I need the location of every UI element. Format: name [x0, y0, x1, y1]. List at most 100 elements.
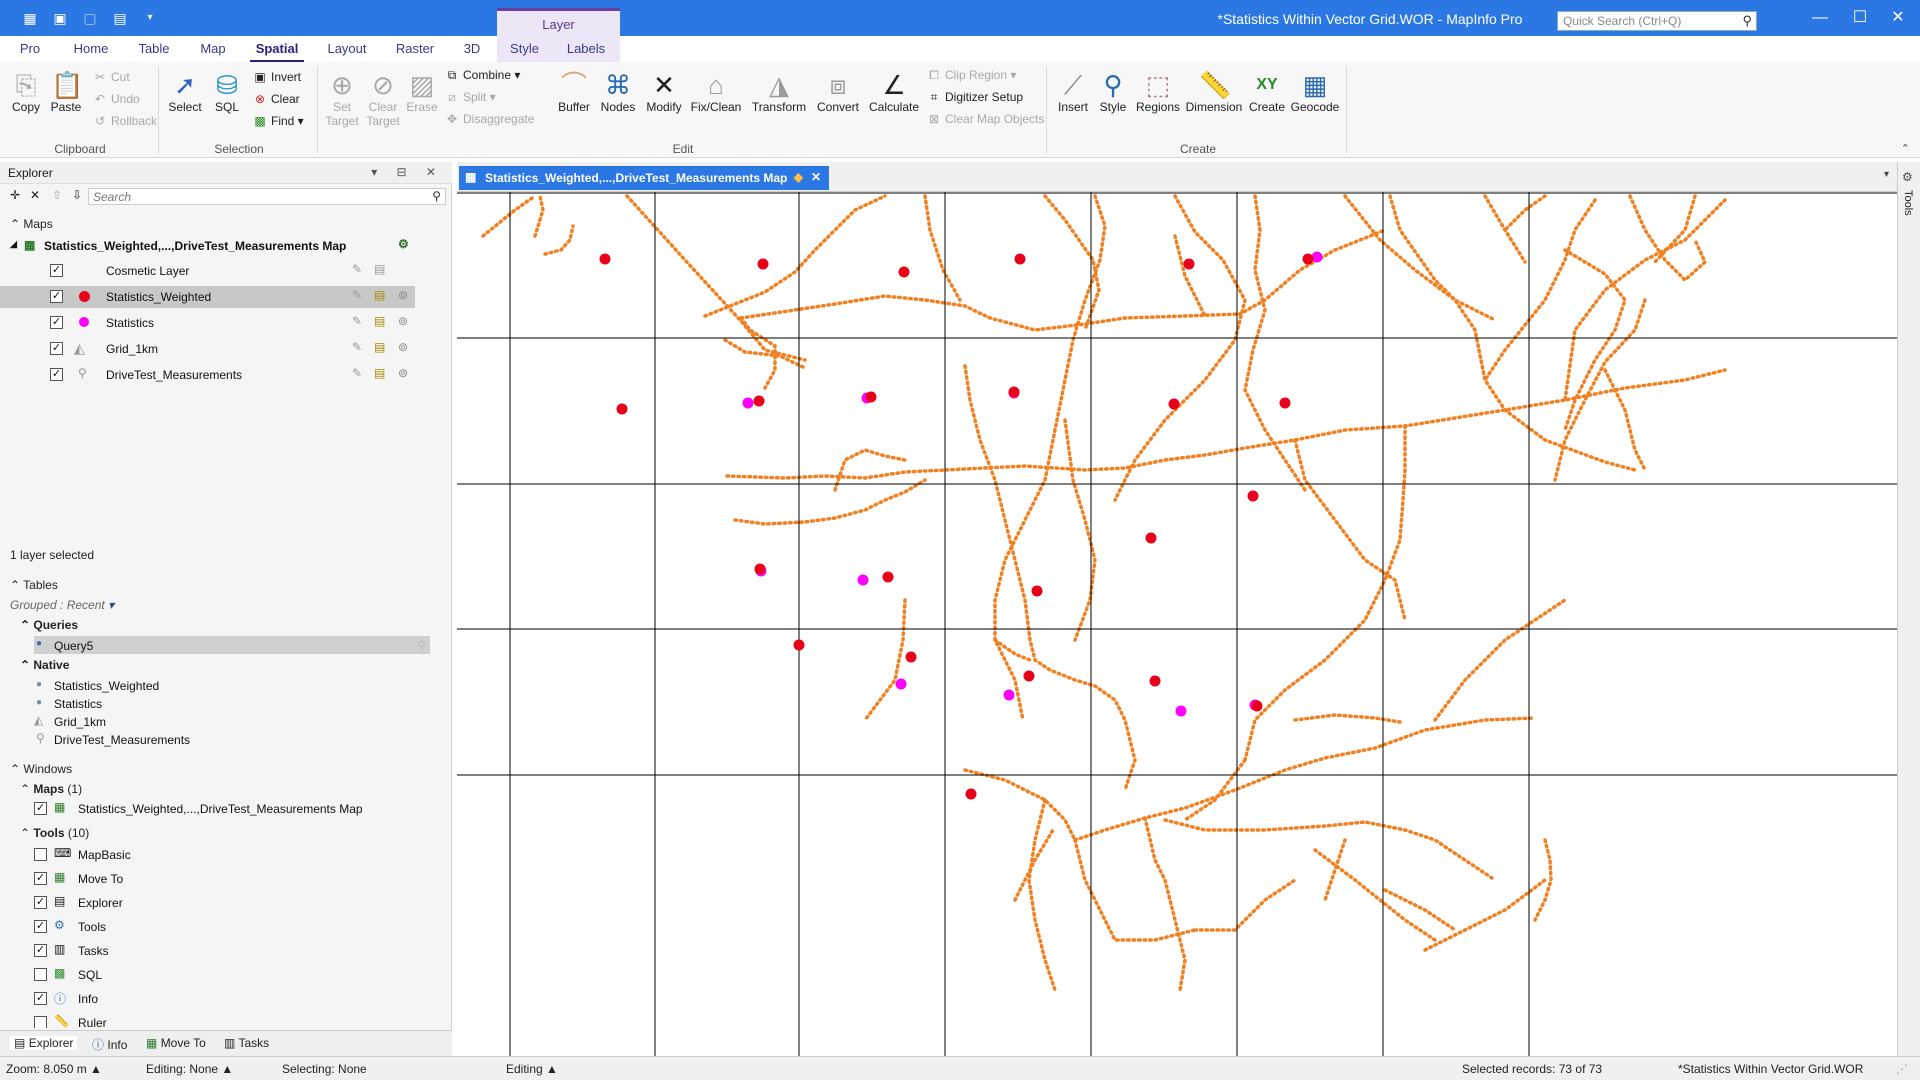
undo-button[interactable]: ↶ Undo	[92, 92, 140, 106]
map-document-tab[interactable]: ▦ Statistics_Weighted,...,DriveTest_Measu…	[459, 166, 829, 190]
save-icon[interactable]: ▤	[110, 8, 130, 28]
editing-status[interactable]: Editing: None ▲	[146, 1062, 233, 1076]
dimension-button[interactable]: 📏 Dimension	[1184, 70, 1244, 114]
search-icon[interactable]: ⚲	[1742, 13, 1752, 29]
pin-icon[interactable]: ◆	[794, 170, 803, 184]
windows-section-header[interactable]: ⌃ Windows	[10, 762, 72, 776]
layer-label-icon[interactable]: ⊚	[398, 288, 408, 302]
layer-selectable-icon[interactable]: ▤	[374, 366, 385, 380]
add-icon[interactable]: ✛	[10, 188, 20, 202]
maps-windows-header[interactable]: ⌃ Maps (1)	[20, 782, 82, 796]
map-canvas[interactable]	[457, 192, 1897, 1056]
fixclean-button[interactable]: ⌂ Fix/Clean	[690, 70, 742, 114]
tab-list-chevron-icon[interactable]: ▾	[1884, 169, 1889, 180]
layer-editable-icon[interactable]: ✎	[352, 262, 362, 276]
maximize-icon[interactable]: ☐	[1840, 6, 1880, 30]
close-icon[interactable]: ✕	[1878, 6, 1918, 30]
collapse-arrow-icon[interactable]: ◢	[10, 239, 17, 250]
bottom-tab-explorer[interactable]: ▤ Explorer	[10, 1036, 78, 1050]
tool-checkbox[interactable]: ✓	[34, 920, 47, 933]
app-menu-icon[interactable]: ▦	[20, 8, 40, 28]
digitizer-setup-button[interactable]: ⌗ Digitizer Setup	[926, 90, 1023, 105]
open-icon[interactable]: ▢	[80, 8, 100, 28]
create-button[interactable]: XY Create	[1246, 70, 1288, 114]
tab-labels[interactable]: Labels	[552, 36, 620, 62]
tool-checkbox[interactable]: ✓	[34, 896, 47, 909]
move-down-icon[interactable]: ⇩	[72, 188, 82, 202]
set-target-button[interactable]: ⊕ Set Target	[324, 70, 360, 128]
new-workspace-icon[interactable]: ▣	[50, 8, 70, 28]
query-item[interactable]: ● Query5 ⚲	[34, 636, 430, 654]
table-item[interactable]: ⚲ DriveTest_Measurements	[34, 730, 334, 752]
layer-control-icon[interactable]: ⚙	[398, 237, 409, 251]
erase-button[interactable]: ▨ Erase	[406, 70, 438, 114]
sql-button[interactable]: ⛁ SQL	[208, 70, 246, 114]
tool-item-tools[interactable]: ✓ ⚙ Tools	[0, 916, 452, 938]
layer-visibility-checkbox[interactable]: ✓	[50, 316, 63, 329]
copy-button[interactable]: ⎘ Copy	[8, 70, 44, 114]
calculate-button[interactable]: ∠ Calculate	[866, 70, 922, 114]
layer-visibility-checkbox[interactable]: ✓	[50, 342, 63, 355]
layer-row[interactable]: ✓ ⚲ DriveTest_Measurements ✎ ▤ ⊚	[0, 364, 415, 386]
regions-button[interactable]: ⬚ Regions	[1134, 70, 1182, 114]
layer-editable-icon[interactable]: ✎	[352, 288, 362, 302]
style-button[interactable]: ⚲ Style	[1094, 70, 1132, 114]
tool-checkbox[interactable]: ✓	[34, 872, 47, 885]
tool-checkbox[interactable]	[34, 968, 47, 981]
tools-side-label[interactable]: Tools	[1902, 190, 1914, 216]
tab-home[interactable]: Home	[66, 36, 116, 62]
insert-button[interactable]: ⟋ Insert	[1054, 70, 1092, 114]
zoom-status[interactable]: Zoom: 8.050 m ▲	[6, 1062, 102, 1076]
invert-button[interactable]: ▣ Invert	[252, 70, 301, 84]
tool-checkbox[interactable]: ✓	[34, 992, 47, 1005]
tool-item-info[interactable]: ✓ ⓘ Info	[0, 988, 452, 1010]
tab-pro[interactable]: Pro	[8, 36, 52, 62]
grouped-dropdown[interactable]: Grouped : Recent ▾	[10, 598, 114, 612]
resize-grip-icon[interactable]: ⋰	[1896, 1062, 1908, 1076]
tool-item-sql[interactable]: ▩ SQL	[0, 964, 452, 986]
tool-checkbox[interactable]	[34, 848, 47, 861]
buffer-button[interactable]: ⌒ Buffer	[554, 70, 594, 114]
tab-table[interactable]: Table	[130, 36, 178, 62]
layer-row[interactable]: ✓ Statistics ✎ ▤ ⊚	[0, 312, 415, 334]
layer-row[interactable]: ✓ Statistics_Weighted ✎ ▤ ⊚	[0, 286, 415, 308]
editing-mode-status[interactable]: Editing ▲	[506, 1062, 558, 1076]
nodes-button[interactable]: ⌘ Nodes	[598, 70, 638, 114]
maps-section-header[interactable]: ⌃ Maps	[10, 217, 53, 231]
clear-target-button[interactable]: ⊘ Clear Target	[364, 70, 402, 128]
layer-selectable-icon[interactable]: ▤	[374, 314, 385, 328]
customize-qat-icon[interactable]: ▾	[140, 8, 160, 28]
pin-icon[interactable]: ⚲	[417, 638, 426, 652]
tools-windows-header[interactable]: ⌃ Tools (10)	[20, 826, 89, 840]
tool-checkbox[interactable]	[34, 1016, 47, 1028]
map-tree-item[interactable]: ◢ ▦ Statistics_Weighted,...,DriveTest_Meas…	[0, 236, 452, 258]
tab-3d[interactable]: 3D	[456, 36, 488, 62]
bottom-tab-info[interactable]: ⓘ Info	[92, 1036, 127, 1053]
native-header[interactable]: ⌃ Native	[20, 658, 69, 672]
explorer-search-input[interactable]: Search ⚲	[88, 188, 446, 205]
window-visible-checkbox[interactable]: ✓	[34, 802, 47, 815]
rollback-button[interactable]: ↺ Rollback	[92, 114, 157, 128]
collapse-ribbon-icon[interactable]: ⌃	[1901, 142, 1910, 155]
find-button[interactable]: ▩ Find ▾	[252, 114, 303, 128]
remove-icon[interactable]: ✕	[30, 188, 40, 202]
layer-row[interactable]: ✓ Cosmetic Layer ✎ ▤	[0, 260, 415, 282]
tool-item-explorer[interactable]: ✓ ▤ Explorer	[0, 892, 452, 914]
transform-button[interactable]: ◮ Transform	[748, 70, 810, 114]
layer-selectable-icon[interactable]: ▤	[374, 288, 385, 302]
tool-item-tasks[interactable]: ✓ ▥ Tasks	[0, 940, 452, 962]
move-up-icon[interactable]: ⇧	[52, 188, 62, 202]
layer-label-icon[interactable]: ⊚	[398, 340, 408, 354]
layer-visibility-checkbox[interactable]: ✓	[50, 290, 63, 303]
split-button[interactable]: ⧄ Split ▾	[444, 90, 496, 105]
minimize-icon[interactable]: —	[1800, 6, 1840, 30]
tool-item-ruler[interactable]: 📏 Ruler	[0, 1012, 452, 1028]
quick-search-input[interactable]: Quick Search (Ctrl+Q) ⚲	[1557, 11, 1757, 31]
tab-map[interactable]: Map	[192, 36, 234, 62]
search-icon[interactable]: ⚲	[432, 189, 441, 203]
queries-header[interactable]: ⌃ Queries	[20, 618, 78, 632]
tab-spatial[interactable]: Spatial	[250, 36, 304, 62]
convert-button[interactable]: ⧈ Convert	[814, 70, 862, 114]
tab-style[interactable]: Style	[497, 36, 552, 62]
layer-editable-icon[interactable]: ✎	[352, 366, 362, 380]
